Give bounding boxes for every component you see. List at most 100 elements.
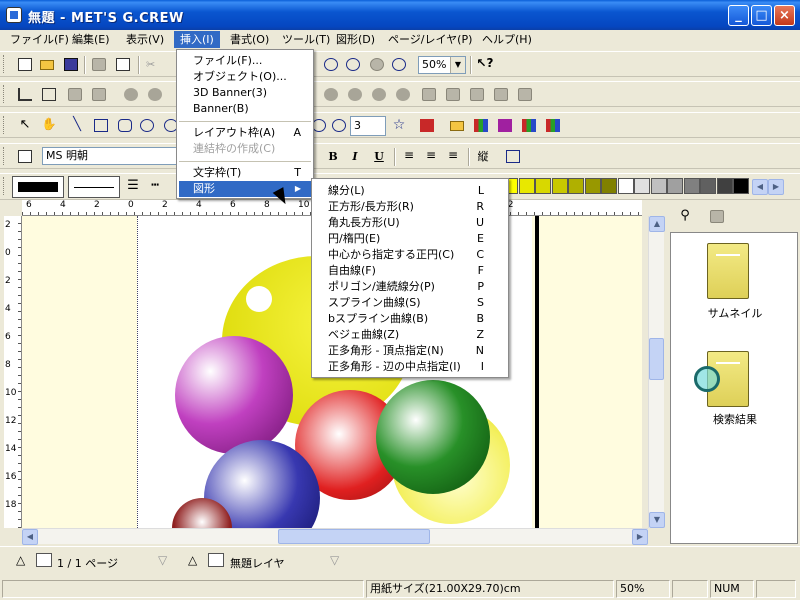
vertical-scrollbar[interactable]: ▲ ▼ (648, 216, 665, 528)
palette-color-swatch[interactable] (650, 178, 667, 194)
insert-file-item[interactable]: ファイル(F)... (179, 53, 311, 69)
menu-format[interactable]: 書式(O) (224, 31, 275, 48)
palette-color-swatch[interactable] (683, 178, 700, 194)
open-button[interactable] (38, 56, 56, 73)
line-dash-button[interactable]: ┅ (146, 178, 164, 195)
hand-tool-button[interactable]: ✋ (40, 117, 58, 134)
app-icon[interactable] (6, 7, 22, 23)
select-tool-button[interactable]: ↖ (16, 117, 34, 134)
insert-object-item[interactable]: オブジェクト(O)... (179, 69, 311, 85)
palette-color-swatch[interactable] (716, 178, 733, 194)
line-width-button[interactable]: ☰ (124, 178, 142, 195)
palette-color-swatch[interactable] (617, 178, 634, 194)
print-preview-button[interactable] (114, 56, 132, 73)
shape-submenu-item[interactable]: 中心から指定する正円(C) C (314, 247, 506, 263)
menu-shape[interactable]: 図形(D) (330, 31, 381, 48)
palette-left-button[interactable]: ◀ (752, 179, 768, 195)
cut-button[interactable]: ✂ (144, 56, 162, 73)
scroll-up-button[interactable]: ▲ (649, 216, 665, 232)
shape-submenu-item[interactable]: bスプライン曲線(B) B (314, 311, 506, 327)
close-button[interactable]: × (774, 5, 795, 26)
scroll-right-button[interactable]: ▶ (632, 529, 648, 545)
new-button[interactable] (16, 56, 34, 73)
fill-color-swatch[interactable] (12, 176, 64, 198)
palette-color-swatch[interactable] (568, 178, 584, 194)
palette-color-swatch[interactable] (518, 178, 535, 194)
menu-edit[interactable]: 編集(E) (66, 31, 116, 48)
menu-file[interactable]: ファイル(F) (4, 31, 75, 48)
shape-submenu-item[interactable]: 円/楕円(E) E (314, 231, 506, 247)
palette-color-swatch[interactable] (667, 178, 683, 194)
search-results-label[interactable]: 検索結果 (671, 411, 799, 427)
edit-points-button[interactable] (16, 86, 34, 103)
line-style-swatch[interactable] (68, 176, 120, 198)
page-next-icon[interactable]: ▽ (158, 553, 167, 567)
insert-layout-frame-item[interactable]: レイアウト枠(A) A (179, 125, 311, 141)
polygon-mid-tool-button[interactable] (330, 117, 348, 134)
shape-submenu-item[interactable]: 正方形/長方形(R) R (314, 199, 506, 215)
horizontal-scrollbar[interactable]: ◀ ▶ (22, 528, 648, 545)
align-right-button[interactable]: ≡ (444, 148, 462, 165)
save-button[interactable] (62, 56, 80, 73)
layer-prev-icon[interactable]: △ (188, 553, 197, 567)
shape-submenu-item[interactable]: 正多角形 - 頂点指定(N) N (314, 343, 506, 359)
shape-submenu-item[interactable]: ポリゴン/連続線分(P) P (314, 279, 506, 295)
insert-text-frame-item[interactable]: 文字枠(T) T (179, 165, 311, 181)
zoom-select[interactable]: 50% ▼ (418, 56, 466, 74)
chord-button[interactable] (394, 86, 412, 103)
combine-button[interactable] (122, 86, 140, 103)
clipart-button[interactable] (472, 117, 490, 134)
search-book-icon[interactable] (694, 351, 749, 407)
vertex-count-stepper[interactable]: 3 (350, 116, 386, 136)
palette-color-swatch[interactable] (700, 178, 716, 194)
horizontal-scroll-thumb[interactable] (278, 529, 430, 544)
page-list-icon[interactable] (36, 553, 52, 567)
layer-next-icon[interactable]: ▽ (330, 553, 339, 567)
insert-shape-item[interactable]: 図形 ▶ (179, 181, 311, 197)
binoculars-button[interactable]: ⚲ (676, 208, 694, 225)
ungroup-button[interactable] (90, 86, 108, 103)
palette-color-swatch[interactable] (551, 178, 568, 194)
bold-button[interactable]: B (324, 148, 342, 165)
zoom-out-button[interactable] (322, 56, 340, 73)
align-button[interactable] (420, 86, 438, 103)
roundrect-tool-button[interactable] (116, 117, 134, 134)
forward-button[interactable] (492, 86, 510, 103)
bring-front-button[interactable] (444, 86, 462, 103)
purple-sphere[interactable] (175, 336, 293, 454)
zoom-in-button[interactable] (390, 56, 408, 73)
italic-button[interactable]: I (346, 148, 364, 165)
line-tool-button[interactable]: ╲ (68, 117, 86, 134)
image-button[interactable] (418, 117, 436, 134)
menu-view[interactable]: 表示(V) (120, 31, 170, 48)
scroll-down-button[interactable]: ▼ (649, 512, 665, 528)
rect-tool-button[interactable] (92, 117, 110, 134)
panel-page-button[interactable] (708, 208, 726, 225)
shape-submenu-item[interactable]: 線分(L) L (314, 183, 506, 199)
zoom-fit-button[interactable] (368, 56, 386, 73)
palette-color-swatch[interactable] (601, 178, 617, 194)
shape-submenu-item[interactable]: スプライン曲線(S) S (314, 295, 506, 311)
open-image-button[interactable] (448, 117, 466, 134)
print-button[interactable] (90, 56, 108, 73)
palette-color-swatch[interactable] (584, 178, 601, 194)
menu-insert[interactable]: 挿入(I) (174, 31, 220, 48)
minimize-button[interactable]: _ (728, 5, 749, 26)
maximize-button[interactable]: □ (751, 5, 772, 26)
palette-color-swatch[interactable] (535, 178, 551, 194)
star-tool-button[interactable]: ☆ (390, 117, 408, 134)
insert-3d-banner-item[interactable]: 3D Banner(3) (179, 85, 311, 101)
font-name-select[interactable]: MS 明朝 (42, 147, 178, 165)
page-prev-icon[interactable]: △ (16, 553, 25, 567)
align-left-button[interactable]: ≡ (400, 148, 418, 165)
menu-help[interactable]: ヘルプ(H) (476, 31, 538, 48)
circle-shape-button[interactable] (322, 86, 340, 103)
group-button[interactable] (66, 86, 84, 103)
arc-button[interactable] (370, 86, 388, 103)
menu-page-layer[interactable]: ページ/レイヤ(P) (382, 31, 478, 48)
shape-submenu-item[interactable]: 正多角形 - 辺の中点指定(I) I (314, 359, 506, 375)
palette-right-button[interactable]: ▶ (768, 179, 784, 195)
insert-banner-item[interactable]: Banner(B) (179, 101, 311, 117)
thumbnail-label[interactable]: サムネイル (671, 305, 799, 321)
shape-submenu-item[interactable]: 角丸長方形(U) U (314, 215, 506, 231)
